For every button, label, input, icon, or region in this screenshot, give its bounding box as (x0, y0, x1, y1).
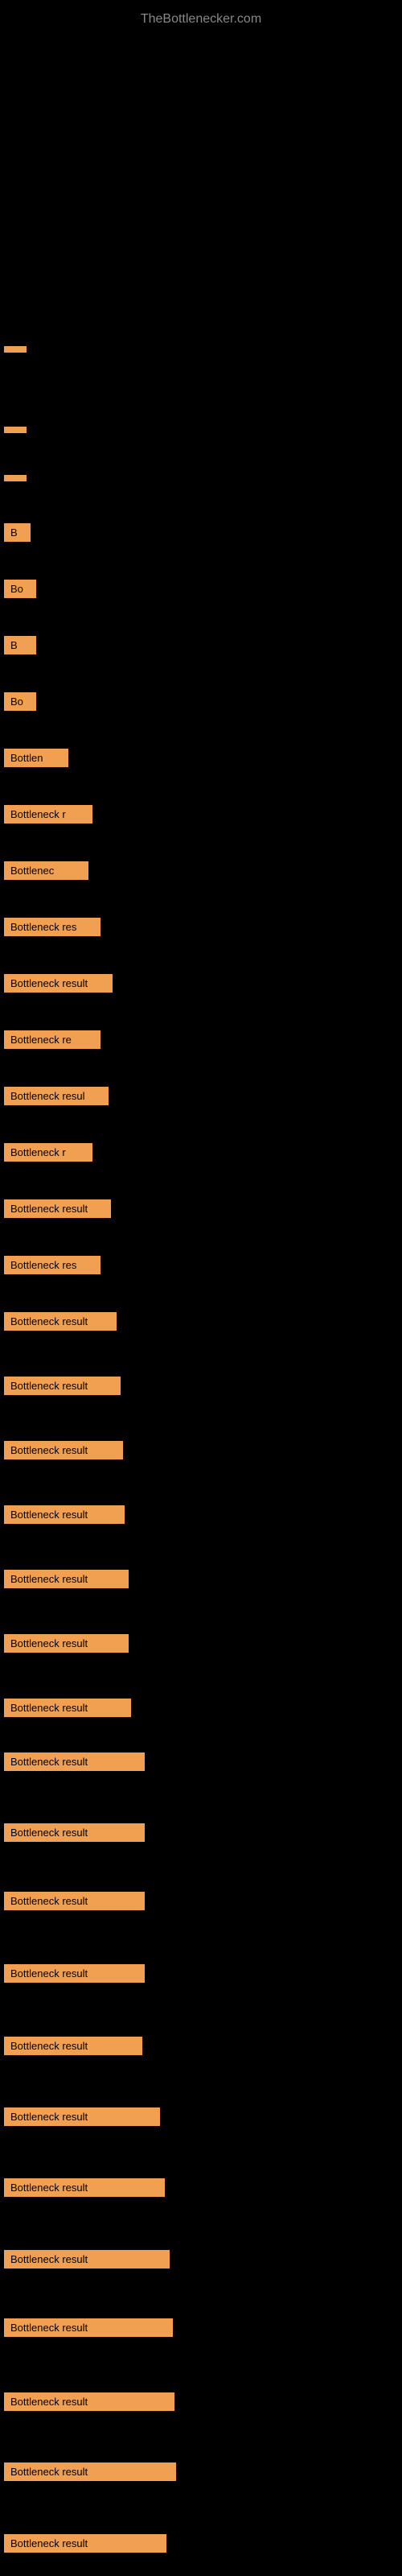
bottleneck-result-bar: B (4, 523, 31, 542)
bottleneck-result-bar: Bottleneck result (4, 1634, 129, 1653)
bottleneck-result-bar: Bottleneck res (4, 1256, 100, 1274)
bottleneck-result-bar: Bottleneck result (4, 2178, 165, 2197)
bottleneck-result-bar (4, 475, 27, 481)
bottleneck-result-bar: Bottleneck result (4, 2037, 142, 2055)
bottleneck-result-bar: Bottlen (4, 749, 68, 767)
bottleneck-result-bar: Bottlenec (4, 861, 88, 880)
bottleneck-result-bar: Bottleneck result (4, 1505, 125, 1524)
bottleneck-result-bar: Bottleneck result (4, 1441, 123, 1459)
bottleneck-result-bar: Bottleneck result (4, 1699, 131, 1717)
site-title: TheBottlenecker.com (0, 4, 402, 31)
bottleneck-result-bar: Bottleneck result (4, 1199, 111, 1218)
bottleneck-result-bar: Bottleneck result (4, 2318, 173, 2337)
bottleneck-result-bar: Bottleneck result (4, 1892, 145, 1910)
bottleneck-result-bar: Bottleneck result (4, 1964, 145, 1983)
bottleneck-result-bar: Bottleneck result (4, 974, 113, 993)
bottleneck-result-bar: Bottleneck res (4, 918, 100, 936)
bottleneck-result-bar: Bottleneck result (4, 1752, 145, 1771)
bottleneck-result-bar: Bottleneck result (4, 1312, 117, 1331)
bottleneck-result-bar: Bottleneck result (4, 2534, 166, 2553)
bottleneck-result-bar: Bottleneck result (4, 2250, 170, 2268)
bottleneck-result-bar (4, 346, 27, 353)
bottleneck-result-bar: Bottleneck r (4, 1143, 92, 1162)
bottleneck-result-bar (4, 427, 27, 433)
bottleneck-result-bar: Bo (4, 692, 36, 711)
bottleneck-result-bar: B (4, 636, 36, 654)
bottleneck-result-bar: Bottleneck re (4, 1030, 100, 1049)
bottleneck-result-bar: Bo (4, 580, 36, 598)
bottleneck-result-bar: Bottleneck result (4, 2392, 174, 2411)
bottleneck-result-bar: Bottleneck result (4, 2107, 160, 2126)
bottleneck-result-bar: Bottleneck result (4, 2462, 176, 2481)
bottleneck-result-bar: Bottleneck r (4, 805, 92, 824)
bottleneck-result-bar: Bottleneck result (4, 1570, 129, 1588)
bottleneck-result-bar: Bottleneck result (4, 1377, 121, 1395)
bottleneck-result-bar: Bottleneck result (4, 1823, 145, 1842)
bottleneck-result-bar: Bottleneck resul (4, 1087, 109, 1105)
